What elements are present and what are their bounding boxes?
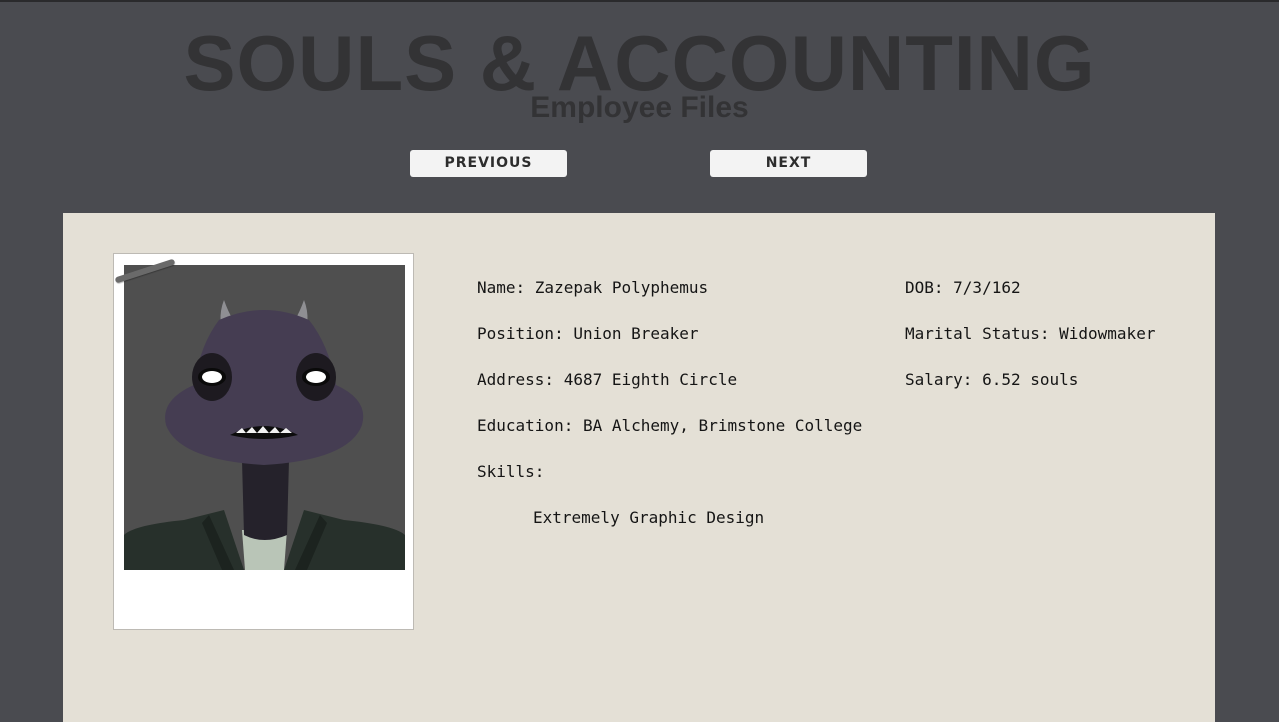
employee-photo <box>124 265 405 570</box>
employee-address: Address: 4687 Eighth Circle <box>477 370 738 389</box>
employee-photo-polaroid <box>113 253 414 630</box>
page-subtitle: Employee Files <box>530 91 749 124</box>
demon-portrait <box>124 265 405 570</box>
previous-button[interactable]: PREVIOUS <box>410 150 567 177</box>
employee-marital-status: Marital Status: Widowmaker <box>905 324 1156 343</box>
page-header: SOULS & ACCOUNTING Employee Files <box>0 2 1279 142</box>
skill-item: Extremely Graphic Design <box>533 508 765 527</box>
employee-name: Name: Zazepak Polyphemus <box>477 278 709 297</box>
employee-dob: DOB: 7/3/162 <box>905 278 1021 297</box>
employee-education: Education: BA Alchemy, Brimstone College <box>477 416 863 435</box>
employee-salary: Salary: 6.52 souls <box>905 370 1079 389</box>
skills-heading: Skills: <box>477 462 545 481</box>
employee-position: Position: Union Breaker <box>477 324 699 343</box>
next-button[interactable]: NEXT <box>710 150 867 177</box>
employee-file-card: Name: Zazepak Polyphemus Position: Union… <box>63 213 1215 722</box>
